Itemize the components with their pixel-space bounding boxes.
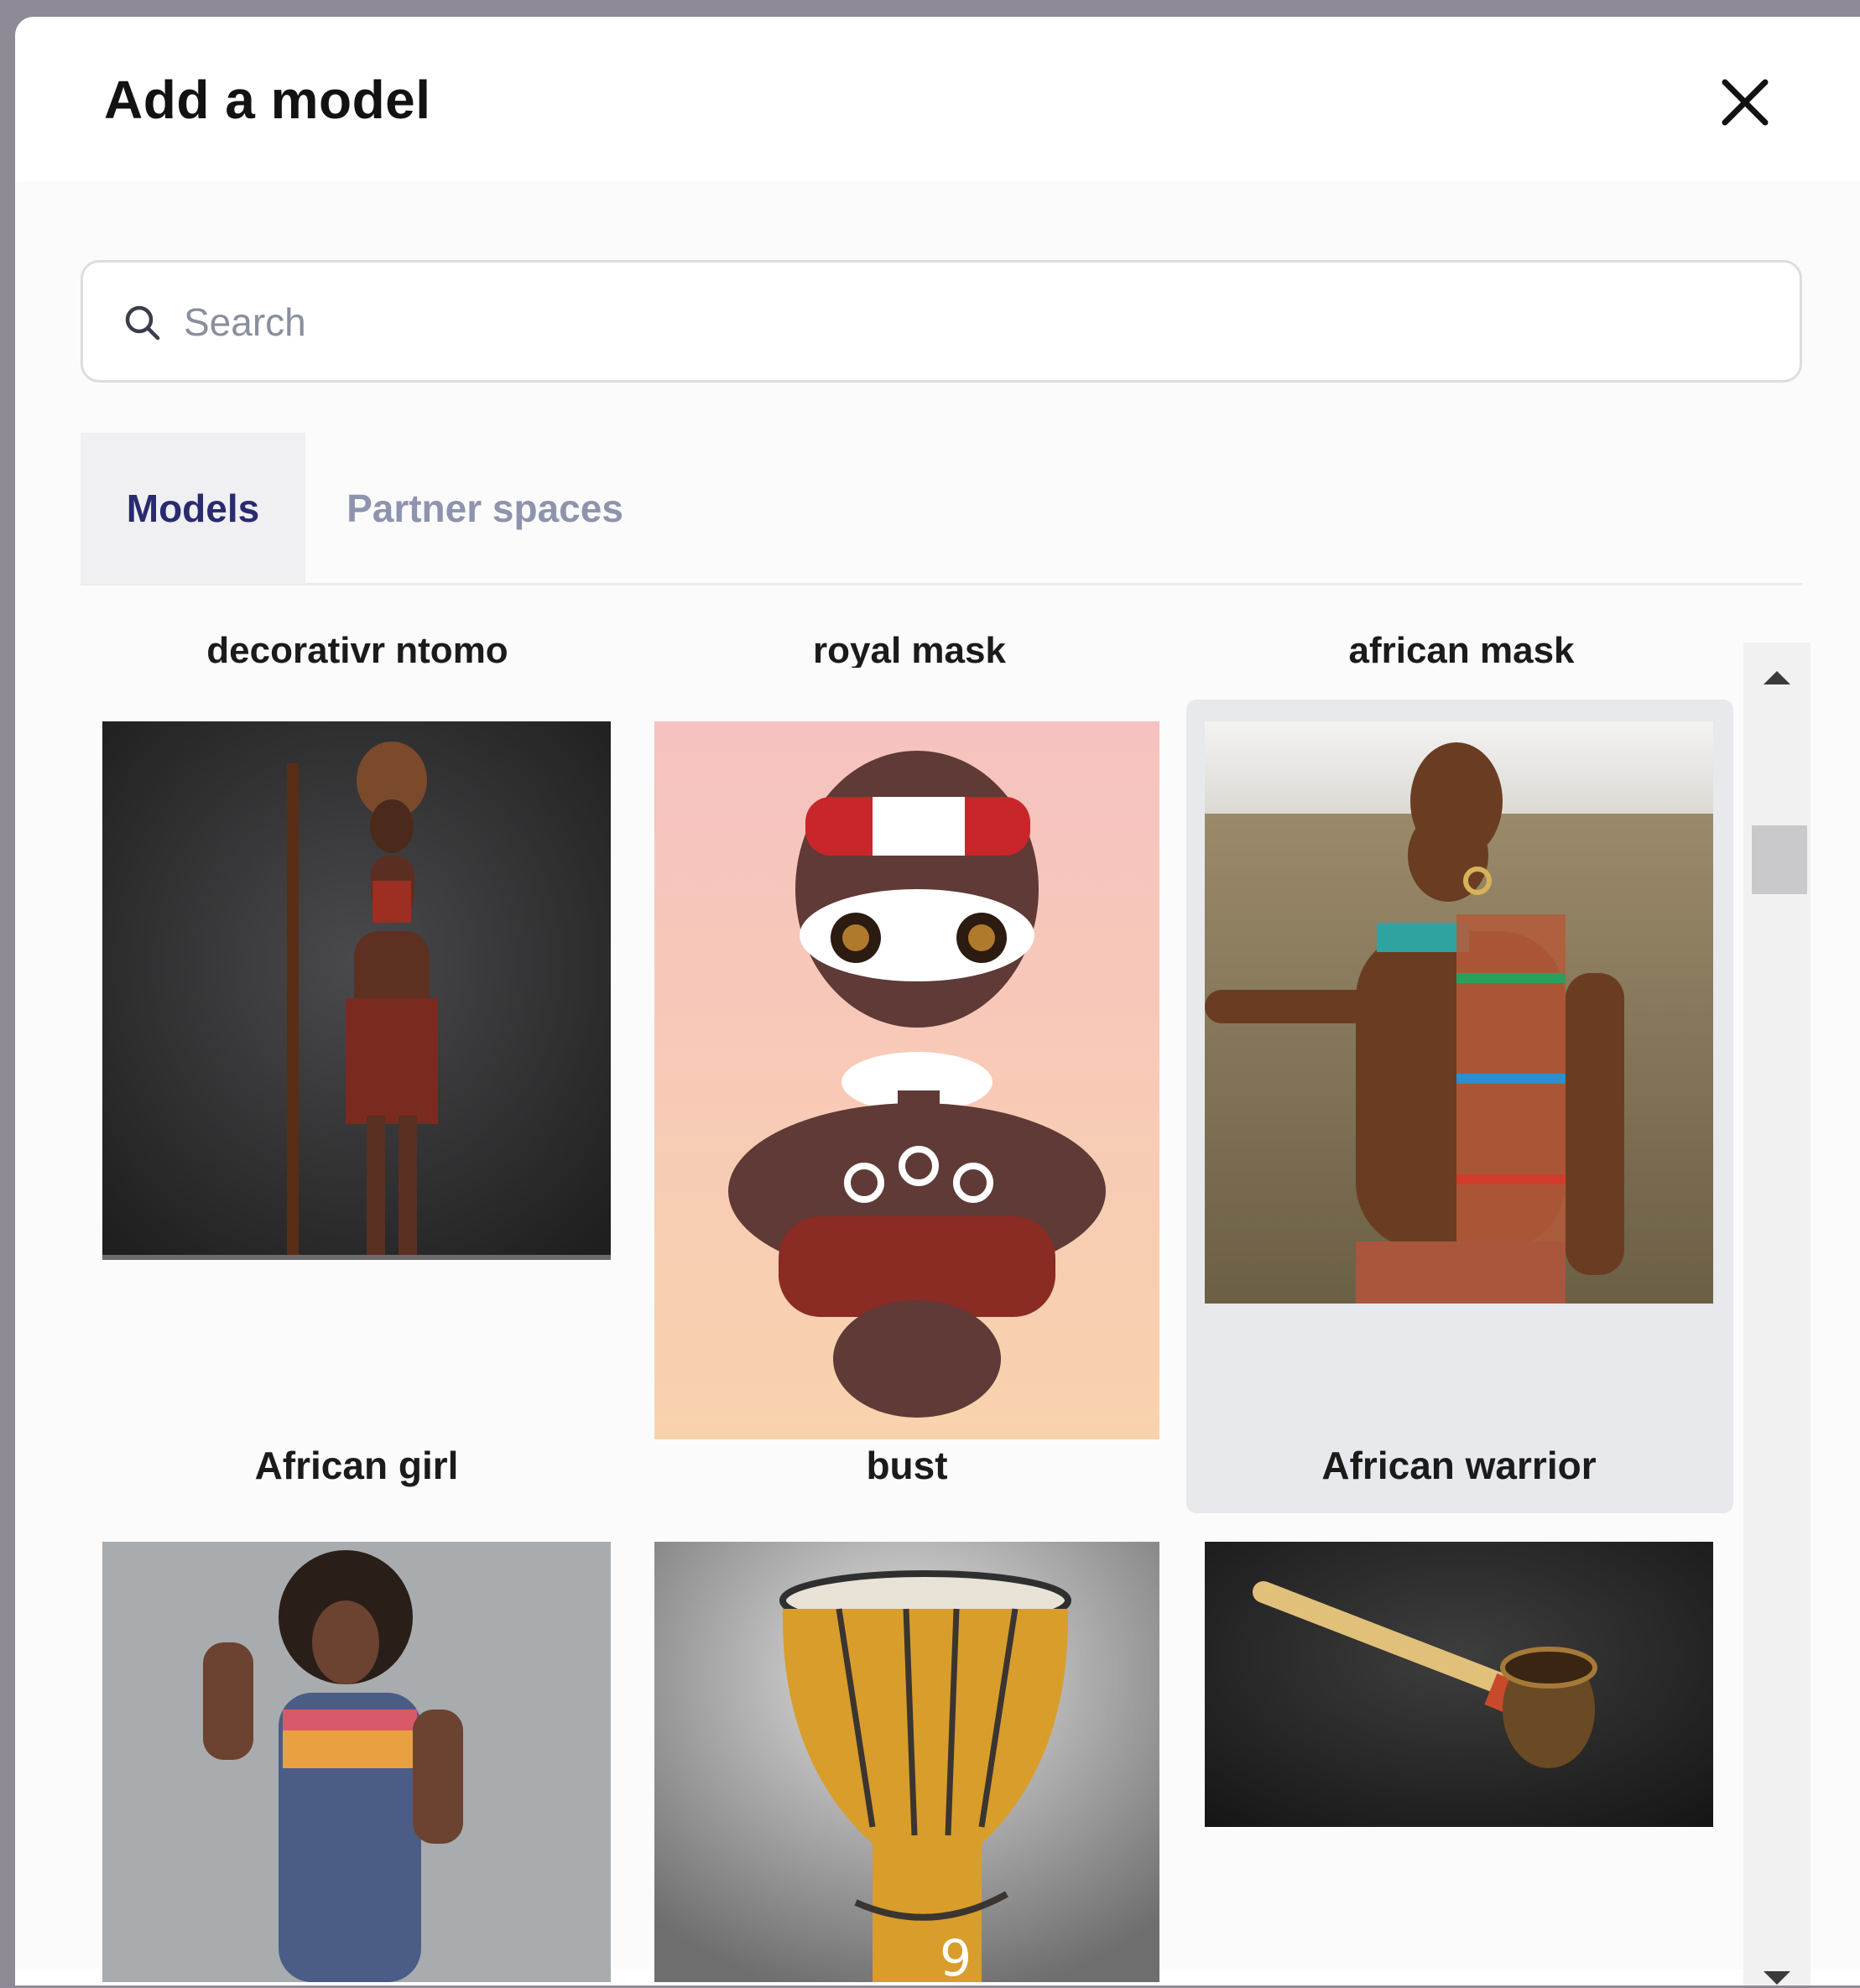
scroll-up-arrow-icon[interactable] [1760,668,1794,688]
scroll-thumb[interactable] [1752,825,1807,894]
model-label: royal mask [813,630,1006,668]
dialog-title: Add a model [104,70,431,130]
model-label: African girl [254,1444,459,1487]
tab-models[interactable]: Models [81,433,305,584]
model-thumbnail-pipe[interactable] [1205,1542,1713,1827]
model-thumbnail-woman[interactable] [102,1542,611,1982]
model-grid: decorativr ntomo royal mask african mask [81,601,1742,1982]
search-icon [125,305,160,341]
model-label: bust [866,1444,948,1487]
search-input[interactable] [182,288,1763,356]
dialog-header: Add a model [15,17,1860,198]
model-label: decorativr ntomo [206,630,508,668]
model-label: african mask [1348,630,1575,668]
model-thumbnail-african-girl[interactable] [102,721,611,1260]
tab-bar: Models Partner spaces [81,433,1802,585]
close-button[interactable] [1718,75,1772,129]
search-field[interactable] [81,260,1802,383]
scroll-down-arrow-icon[interactable] [1760,1968,1794,1988]
model-thumbnail-bust[interactable] [654,721,1159,1439]
scrollbar[interactable] [1743,643,1811,1985]
model-thumbnail-drum[interactable] [654,1542,1159,1982]
tab-partner-spaces[interactable]: Partner spaces [309,433,661,584]
model-thumbnail-african-warrior[interactable] [1205,721,1713,1304]
model-label: African warrior [1321,1444,1597,1487]
close-icon [1722,79,1769,126]
page-number: 9 [940,1929,972,1988]
